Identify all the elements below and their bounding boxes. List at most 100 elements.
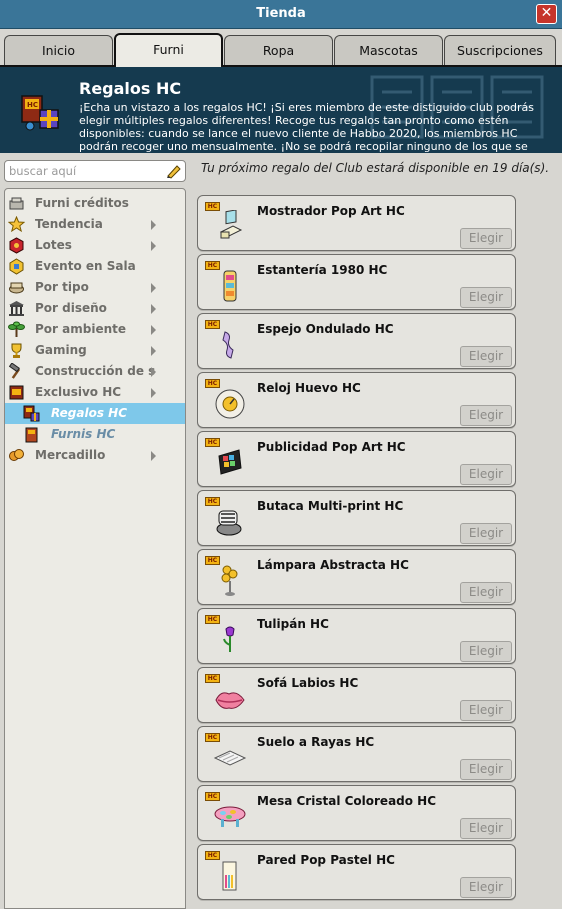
catalog-header: HC Regalos HC ¡Echa un vistazo a los reg… (0, 65, 562, 153)
choose-button[interactable]: Elegir (460, 818, 512, 839)
gift-name: Pared Pop Pastel HC (257, 853, 395, 867)
choose-button[interactable]: Elegir (460, 700, 512, 721)
category-por-tipo[interactable]: Por tipo (5, 277, 185, 298)
choose-button[interactable]: Elegir (460, 464, 512, 485)
lamp-icon (221, 565, 238, 596)
category-label: Gaming (35, 343, 87, 357)
category-construccion-de-salas[interactable]: Construcción de salas (5, 361, 185, 382)
hc-furni-icon (25, 427, 38, 443)
category-list: Furni créditos Tendencia Lotes Evento en… (4, 188, 186, 909)
event-icon (9, 258, 24, 275)
category-lotes[interactable]: Lotes (5, 235, 185, 256)
chevron-right-icon (151, 241, 156, 251)
gift-item: HC Reloj Huevo HC Elegir (197, 372, 516, 428)
gift-name: Tulipán HC (257, 617, 329, 631)
trophy-icon (11, 343, 22, 358)
pencil-icon[interactable] (165, 163, 182, 179)
choose-button[interactable]: Elegir (460, 346, 512, 367)
choose-button[interactable]: Elegir (460, 877, 512, 898)
gift-item: HC Suelo a Rayas HC Elegir (197, 726, 516, 782)
tulip-icon (223, 626, 235, 652)
svg-text:HC: HC (27, 101, 38, 109)
choose-button[interactable]: Elegir (460, 641, 512, 662)
star-icon (8, 216, 25, 233)
category-label: Por diseño (35, 301, 107, 315)
gift-name: Butaca Multi-print HC (257, 499, 404, 513)
page-description: ¡Echa un vistazo a los regalos HC! ¡Si e… (79, 101, 534, 153)
close-icon[interactable]: ✕ (536, 4, 557, 24)
window-title: Tienda (256, 6, 306, 21)
credits-furni-icon (9, 197, 24, 210)
category-gaming[interactable]: Gaming (5, 340, 185, 361)
tab-furni[interactable]: Furni (114, 33, 223, 67)
tab-ropa[interactable]: Ropa (224, 35, 333, 65)
choose-button[interactable]: Elegir (460, 523, 512, 544)
category-label: Mercadillo (35, 448, 106, 462)
choose-button[interactable]: Elegir (460, 405, 512, 426)
category-evento-en-sala[interactable]: Evento en Sala (5, 256, 185, 277)
gift-name: Reloj Huevo HC (257, 381, 361, 395)
chevron-right-icon (151, 283, 156, 293)
category-label: Construcción de salas (35, 364, 155, 378)
mirror-icon (222, 331, 234, 359)
gift-name: Publicidad Pop Art HC (257, 440, 406, 454)
chevron-right-icon (151, 304, 156, 314)
armchair-icon (216, 510, 242, 536)
category-label: Exclusivo HC (35, 385, 122, 399)
wall-icon (222, 861, 237, 891)
category-mercadillo[interactable]: Mercadillo (5, 445, 185, 466)
category-regalos-hc[interactable]: Regalos HC (5, 403, 185, 424)
category-label: Furnis HC (51, 427, 116, 441)
chevron-right-icon (151, 346, 156, 356)
choose-button[interactable]: Elegir (460, 287, 512, 308)
category-furni-creditos[interactable]: Furni créditos (5, 193, 185, 214)
chevron-right-icon (151, 220, 156, 230)
category-furnis-hc[interactable]: Furnis HC (5, 424, 185, 445)
gift-name: Suelo a Rayas HC (257, 735, 375, 749)
category-por-diseno[interactable]: Por diseño (5, 298, 185, 319)
gift-item: HC Tulipán HC Elegir (197, 608, 516, 664)
hc-icon (9, 385, 24, 400)
floor-icon (213, 750, 247, 766)
shelf-icon (223, 270, 237, 302)
category-label: Por tipo (35, 280, 89, 294)
gift-name: Mostrador Pop Art HC (257, 204, 405, 218)
tab-inicio[interactable]: Inicio (4, 35, 113, 65)
category-label: Por ambiente (35, 322, 126, 336)
gift-name: Espejo Ondulado HC (257, 322, 394, 336)
hc-gift-icon (23, 405, 40, 422)
gift-item: HC Lámpara Abstracta HC Elegir (197, 549, 516, 605)
clock-icon (215, 389, 245, 419)
category-exclusivo-hc[interactable]: Exclusivo HC (5, 382, 185, 403)
choose-button[interactable]: Elegir (460, 582, 512, 603)
tab-mascotas[interactable]: Mascotas (334, 35, 443, 65)
chevron-right-icon (151, 451, 156, 461)
plant-icon (8, 321, 25, 337)
gift-item: HC Sofá Labios HC Elegir (197, 667, 516, 723)
tab-suscripciones[interactable]: Suscripciones (444, 35, 556, 65)
chevron-right-icon (151, 325, 156, 335)
gift-name: Estantería 1980 HC (257, 263, 388, 277)
page-title: Regalos HC (79, 79, 182, 98)
category-label: Evento en Sala (35, 259, 136, 273)
gift-name: Sofá Labios HC (257, 676, 359, 690)
design-icon (9, 301, 24, 316)
gift-item: HC Estantería 1980 HC Elegir (197, 254, 516, 310)
table-icon (214, 806, 246, 827)
category-label: Lotes (35, 238, 72, 252)
gift-item: HC Espejo Ondulado HC Elegir (197, 313, 516, 369)
search-input[interactable] (9, 163, 159, 179)
choose-button[interactable]: Elegir (460, 759, 512, 780)
window-titlebar: Tienda ✕ (0, 0, 562, 29)
category-por-ambiente[interactable]: Por ambiente (5, 319, 185, 340)
lips-sofa-icon (215, 692, 245, 709)
gift-item: HC Mesa Cristal Coloreado HC Elegir (197, 785, 516, 841)
gift-item: HC Mostrador Pop Art HC Elegir (197, 195, 516, 251)
marketplace-icon (9, 449, 24, 461)
bundle-icon (9, 237, 24, 254)
category-tendencia[interactable]: Tendencia (5, 214, 185, 235)
category-label: Furni créditos (35, 196, 129, 210)
choose-button[interactable]: Elegir (460, 228, 512, 249)
search-box (4, 160, 186, 182)
next-gift-notice: Tu próximo regalo del Club estará dispon… (201, 161, 550, 175)
